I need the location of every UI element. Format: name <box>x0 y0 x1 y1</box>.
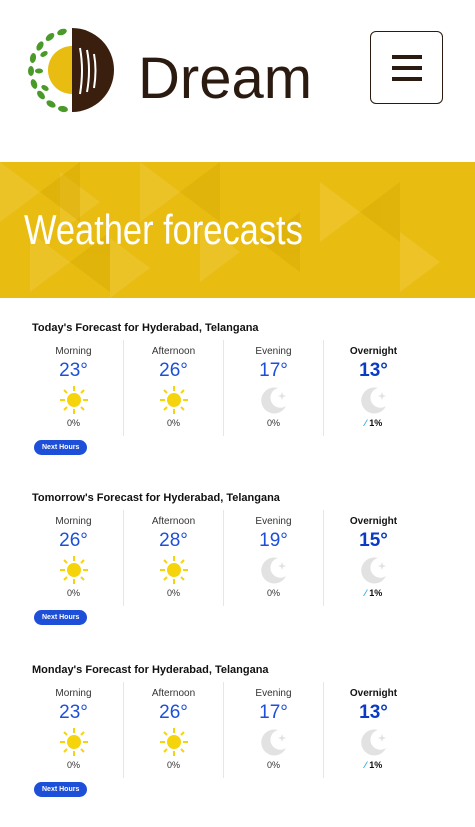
period-temp: 26° <box>159 360 188 381</box>
period-precip: 1% <box>369 418 383 428</box>
moon-icon <box>360 387 386 414</box>
period-label: Evening <box>255 346 292 357</box>
period-precip: 0% <box>66 588 80 598</box>
forecast-today: Today's Forecast for Hyderabad, Telangan… <box>24 322 451 455</box>
period-morning: Morning 26° 0% <box>24 510 124 606</box>
period-temp: 17° <box>259 360 288 381</box>
next-hours-button[interactable]: Next Hours <box>34 610 88 625</box>
sun-icon <box>59 728 88 756</box>
brand-name[interactable]: Dream <box>138 48 312 110</box>
period-temp: 13° <box>359 360 388 381</box>
sun-icon <box>159 386 188 414</box>
hamburger-icon <box>391 54 422 81</box>
period-label: Overnight <box>349 516 398 527</box>
raindrop-icon: ⁄ <box>364 760 367 770</box>
page-banner: Weather forecasts <box>0 162 475 298</box>
period-temp: 23° <box>59 360 88 381</box>
forecast-title: Tomorrow's Forecast for Hyderabad, Telan… <box>32 492 280 504</box>
moon-icon <box>260 387 286 414</box>
period-label: Morning <box>55 516 92 527</box>
period-precip: 1% <box>369 588 383 598</box>
period-morning: Morning 23° 0% <box>24 340 124 436</box>
period-temp: 26° <box>59 530 88 551</box>
period-temp: 28° <box>159 530 188 551</box>
period-temp: 19° <box>259 530 288 551</box>
period-precip: 1% <box>369 760 383 770</box>
period-precip: 0% <box>266 588 280 598</box>
period-temp: 23° <box>59 702 88 723</box>
next-hours-button[interactable]: Next Hours <box>34 782 88 797</box>
period-label: Afternoon <box>151 516 196 527</box>
period-label: Afternoon <box>151 346 196 357</box>
period-evening: Evening 17° 0% <box>224 682 324 778</box>
forecast-title: Monday's Forecast for Hyderabad, Telanga… <box>32 664 269 676</box>
moon-icon <box>260 729 286 756</box>
period-precip: 0% <box>266 760 280 770</box>
period-label: Evening <box>255 688 292 699</box>
moon-icon <box>360 729 386 756</box>
next-hours-button[interactable]: Next Hours <box>34 440 88 455</box>
sun-icon <box>59 556 88 584</box>
period-precip: 0% <box>166 760 180 770</box>
period-temp: 13° <box>359 702 388 723</box>
forecast-tomorrow: Tomorrow's Forecast for Hyderabad, Telan… <box>24 492 451 625</box>
forecast-title: Today's Forecast for Hyderabad, Telangan… <box>32 322 259 334</box>
period-overnight: Overnight 15° ⁄ 1% <box>324 510 423 606</box>
period-precip: 0% <box>66 418 80 428</box>
sun-icon <box>159 728 188 756</box>
period-precip: 0% <box>266 418 280 428</box>
period-morning: Morning 23° 0% <box>24 682 124 778</box>
period-evening: Evening 19° 0% <box>224 510 324 606</box>
period-temp: 15° <box>359 530 388 551</box>
wheat-leaf-logo[interactable] <box>24 24 120 114</box>
period-temp: 17° <box>259 702 288 723</box>
period-label: Overnight <box>349 346 398 357</box>
period-precip: 0% <box>166 418 180 428</box>
raindrop-icon: ⁄ <box>364 588 367 598</box>
site-header: Dream <box>0 0 475 162</box>
period-label: Afternoon <box>151 688 196 699</box>
forecast-monday: Monday's Forecast for Hyderabad, Telanga… <box>24 664 451 797</box>
period-precip: 0% <box>66 760 80 770</box>
period-overnight: Overnight 13° ⁄ 1% <box>324 340 423 436</box>
period-label: Overnight <box>349 688 398 699</box>
menu-button[interactable] <box>370 31 443 104</box>
period-afternoon: Afternoon 26° 0% <box>124 682 224 778</box>
moon-icon <box>260 557 286 584</box>
period-afternoon: Afternoon 28° 0% <box>124 510 224 606</box>
period-label: Morning <box>55 688 92 699</box>
raindrop-icon: ⁄ <box>364 418 367 428</box>
page-title: Weather forecasts <box>24 206 303 253</box>
period-temp: 26° <box>159 702 188 723</box>
period-evening: Evening 17° 0% <box>224 340 324 436</box>
period-label: Evening <box>255 516 292 527</box>
period-afternoon: Afternoon 26° 0% <box>124 340 224 436</box>
period-precip: 0% <box>166 588 180 598</box>
sun-icon <box>159 556 188 584</box>
period-overnight: Overnight 13° ⁄ 1% <box>324 682 423 778</box>
moon-icon <box>360 557 386 584</box>
sun-icon <box>59 386 88 414</box>
period-label: Morning <box>55 346 92 357</box>
